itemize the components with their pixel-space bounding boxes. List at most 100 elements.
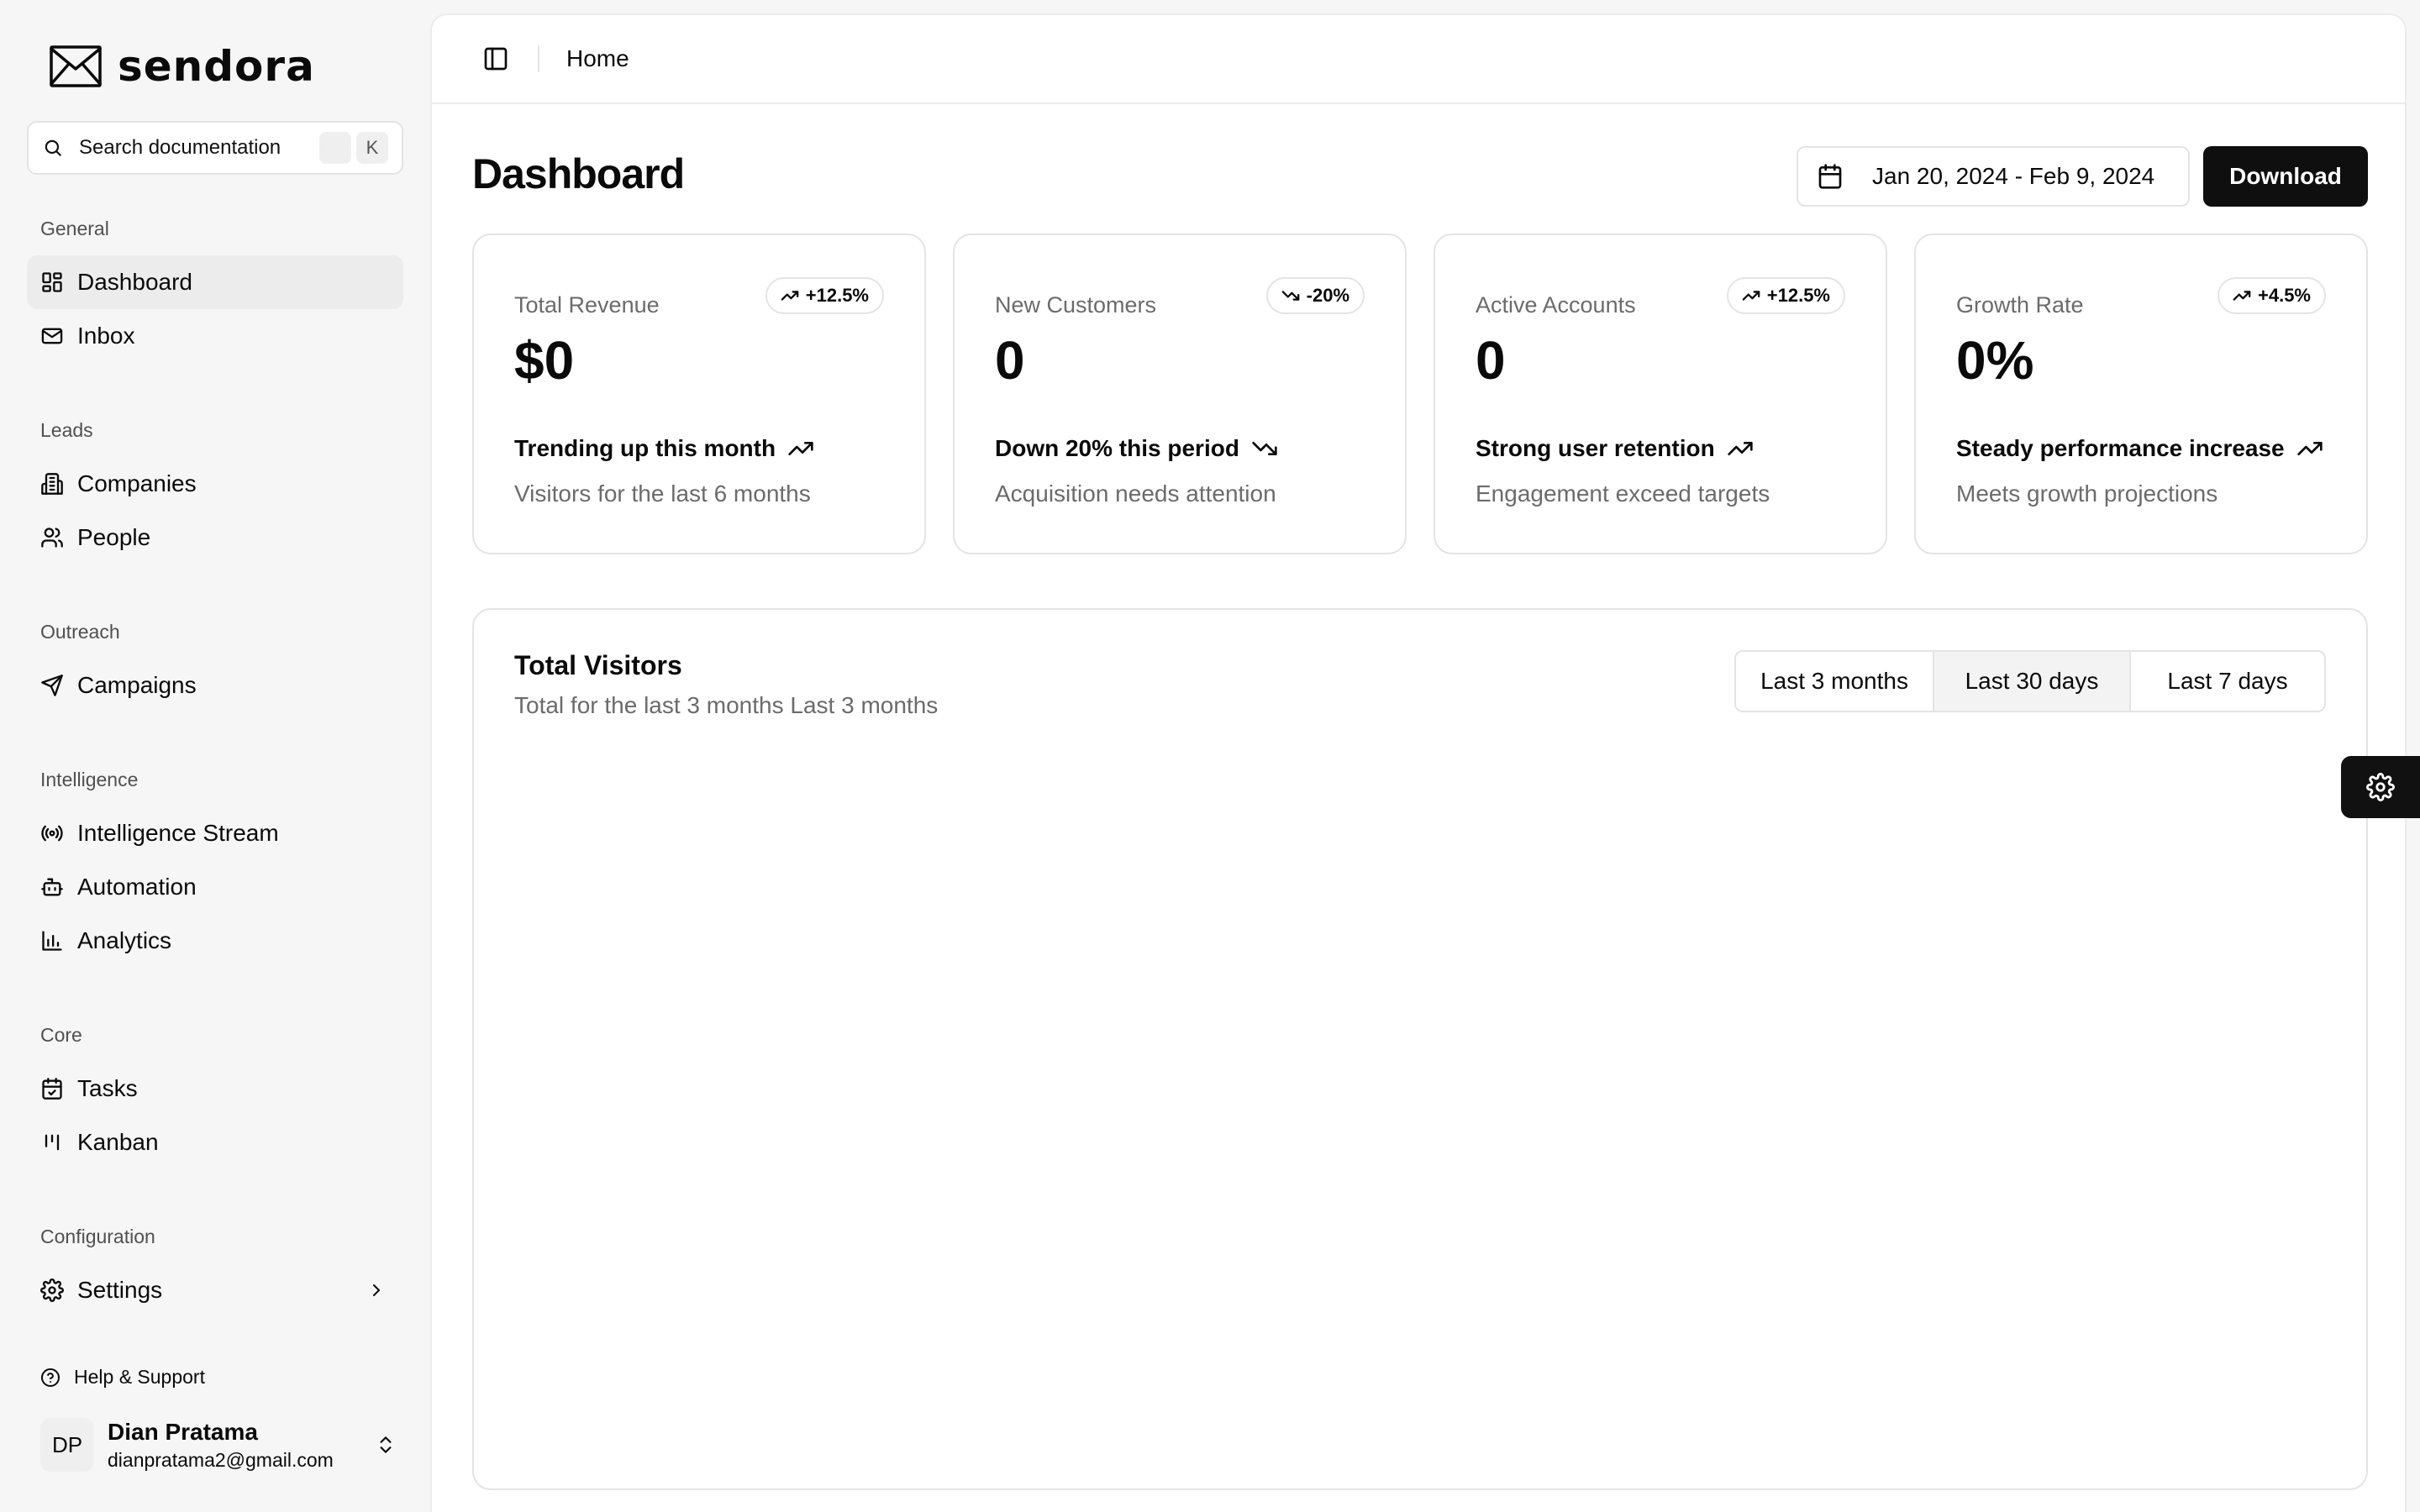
card-label: Growth Rate [1956, 292, 2084, 318]
badge-value: +12.5% [805, 285, 869, 306]
stat-cards: Total Revenue +12.5% $0 Trending up this… [472, 234, 2368, 554]
user-name: Dian Pratama [108, 1418, 258, 1445]
range-last-3-months[interactable]: Last 3 months [1736, 652, 1933, 711]
change-badge: +4.5% [2217, 277, 2326, 314]
range-last-7-days[interactable]: Last 7 days [2129, 652, 2324, 711]
sidebar-item-label: Automation [77, 874, 197, 900]
building-icon [41, 473, 63, 495]
card-trend: Strong user retention [1476, 435, 1754, 462]
card-trend: Trending up this month [514, 435, 814, 462]
grid-icon [42, 272, 62, 292]
sidebar-item-inbox[interactable]: Inbox [27, 309, 403, 363]
sidebar-item-label: Settings [77, 1277, 163, 1303]
badge-value: -20% [1306, 285, 1349, 306]
group-label: Configuration [40, 1226, 155, 1247]
page-header: Dashboard Jan 20, 2024 - Feb 9, 2024 Dow… [472, 146, 2368, 207]
kanban-icon [45, 1134, 60, 1151]
user-email: dianpratama2@gmail.com [108, 1448, 334, 1471]
group-label: Core [40, 1024, 82, 1046]
help-support-link[interactable]: Help & Support [40, 1366, 205, 1389]
sidebar-item-settings[interactable]: Settings [27, 1263, 403, 1317]
shortcut-modifier [319, 132, 351, 164]
sidebar-item-label: Campaigns [77, 672, 197, 698]
trend-text: Down 20% this period [995, 435, 1239, 461]
visitors-title: Total Visitors [514, 650, 682, 680]
sidebar-item-automation[interactable]: Automation [27, 860, 403, 914]
visitors-subtitle: Total for the last 3 months Last 3 month… [514, 692, 939, 718]
sidebar-item-people[interactable]: People [27, 511, 403, 564]
divider [538, 45, 539, 72]
trend-text: Steady performance increase [1956, 435, 2285, 461]
download-button[interactable]: Download [2203, 146, 2368, 207]
user-menu[interactable]: DP Dian Pratama dianpratama2@gmail.com [40, 1416, 397, 1473]
card-trend: Steady performance increase [1956, 435, 2323, 462]
group-label: Intelligence [40, 769, 139, 790]
sidebar-item-label: Inbox [77, 323, 135, 349]
sidebar-item-intelligence-stream[interactable]: Intelligence Stream [27, 806, 403, 860]
brand-logo[interactable]: sendora [49, 42, 315, 91]
stat-card-total-revenue: Total Revenue +12.5% $0 Trending up this… [472, 234, 926, 554]
change-badge: -20% [1265, 277, 1365, 314]
chevron-right-icon [373, 1284, 380, 1296]
envelope-logo-icon [50, 45, 102, 87]
chevrons-up-down-icon [380, 1436, 392, 1453]
nav-group-configuration: Configuration Settings [27, 1220, 403, 1317]
gear-icon [2366, 773, 2395, 801]
card-value: 0 [1476, 330, 1506, 391]
sidebar-item-label: Kanban [77, 1129, 159, 1155]
badge-value: +4.5% [2258, 285, 2311, 306]
sidebar-item-tasks[interactable]: Tasks [27, 1062, 403, 1116]
sidebar-item-label: People [77, 524, 151, 550]
sidebar-item-campaigns[interactable]: Campaigns [27, 659, 403, 712]
mail-icon [41, 328, 63, 344]
time-range-toggle: Last 3 months Last 30 days Last 7 days [1734, 650, 2326, 712]
avatar: DP [40, 1418, 94, 1472]
card-trend: Down 20% this period [995, 435, 1278, 462]
floating-settings-button[interactable] [2341, 756, 2420, 818]
card-subtext: Acquisition needs attention [995, 480, 1276, 507]
group-label: General [40, 218, 109, 239]
sidebar: sendora Search documentation K General D… [0, 0, 429, 1512]
sidebar-item-kanban[interactable]: Kanban [27, 1116, 403, 1169]
trending-down-icon [1281, 291, 1299, 301]
calendar-check-icon [42, 1078, 62, 1100]
trending-up-icon [1728, 442, 1753, 455]
card-subtext: Meets growth projections [1956, 480, 2218, 507]
sidebar-toggle-icon[interactable] [482, 45, 509, 72]
help-label: Help & Support [74, 1366, 205, 1388]
date-range-picker[interactable]: Jan 20, 2024 - Feb 9, 2024 [1797, 146, 2190, 207]
search-docs-button[interactable]: Search documentation K [27, 121, 403, 175]
trending-up-icon [788, 442, 813, 455]
trend-text: Trending up this month [514, 435, 776, 461]
nav-group-general: General Dashboard Inbox [27, 212, 403, 363]
sidebar-item-companies[interactable]: Companies [27, 457, 403, 511]
trend-text: Strong user retention [1476, 435, 1715, 461]
card-label: Active Accounts [1476, 292, 1636, 318]
trending-up-icon [2233, 291, 2251, 301]
brand-name: sendora [118, 42, 315, 91]
bot-icon [41, 878, 63, 896]
sidebar-item-dashboard[interactable]: Dashboard [27, 255, 403, 309]
sidebar-item-label: Dashboard [77, 269, 192, 295]
range-last-30-days[interactable]: Last 30 days [1933, 652, 2129, 711]
breadcrumb[interactable]: Home [566, 45, 629, 72]
nav-group-outreach: Outreach Campaigns [27, 615, 403, 712]
trending-up-icon [1742, 291, 1760, 301]
send-icon [41, 675, 63, 696]
card-label: Total Revenue [514, 292, 660, 318]
card-subtext: Engagement exceed targets [1476, 480, 1770, 507]
page-title: Dashboard [472, 150, 685, 197]
users-icon [41, 528, 63, 548]
stat-card-active-accounts: Active Accounts +12.5% 0 Strong user ret… [1434, 234, 1887, 554]
change-badge: +12.5% [1726, 277, 1845, 314]
change-badge: +12.5% [765, 277, 884, 314]
visitors-chart-area [514, 753, 2326, 1455]
sidebar-item-label: Analytics [77, 927, 172, 953]
gear-icon [40, 1278, 64, 1302]
calendar-icon [1818, 164, 1842, 189]
total-visitors-card: Total Visitors Total for the last 3 mont… [472, 608, 2368, 1490]
search-placeholder: Search documentation [79, 136, 281, 159]
card-value: $0 [514, 330, 575, 391]
card-value: 0 [995, 330, 1025, 391]
sidebar-item-analytics[interactable]: Analytics [27, 914, 403, 968]
